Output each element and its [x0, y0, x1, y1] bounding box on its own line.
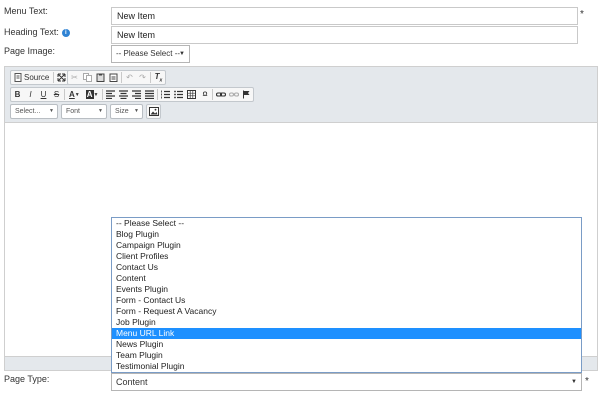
bg-color-icon: A — [85, 90, 94, 99]
dropdown-option[interactable]: Form - Contact Us — [112, 295, 581, 306]
bulleted-list-icon — [174, 90, 184, 99]
italic-icon: I — [29, 90, 32, 99]
anchor-button[interactable] — [240, 88, 253, 101]
anchor-icon — [243, 90, 250, 99]
font-combo-label: Font — [66, 108, 81, 115]
image-icon — [148, 107, 159, 116]
align-left-icon — [106, 90, 116, 99]
unlink-button[interactable] — [227, 88, 240, 101]
bg-color-button[interactable]: A ▼ — [83, 88, 102, 101]
dropdown-option[interactable]: -- Please Select -- — [112, 218, 581, 229]
page-image-select[interactable]: -- Please Select -- ▼ — [111, 45, 190, 63]
format-combo[interactable]: Select... ▼ — [10, 104, 58, 119]
font-combo[interactable]: Font ▼ — [61, 104, 107, 119]
unlink-icon — [228, 92, 239, 97]
text-color-button[interactable]: A ▼ — [66, 88, 83, 101]
paste-icon — [96, 73, 105, 82]
dropdown-option[interactable]: Contact Us — [112, 262, 581, 273]
dropdown-option[interactable]: News Plugin — [112, 339, 581, 350]
heading-text-label: Heading Text: i — [4, 27, 70, 37]
align-right-button[interactable] — [130, 88, 143, 101]
dropdown-option[interactable]: Menu URL Link — [112, 328, 581, 339]
redo-button[interactable]: ↷ — [136, 71, 149, 84]
dropdown-option[interactable]: Client Profiles — [112, 251, 581, 262]
align-center-icon — [119, 90, 129, 99]
heading-text-label-text: Heading Text: — [4, 27, 59, 37]
link-button[interactable] — [214, 88, 227, 101]
paste-text-icon — [109, 73, 118, 82]
undo-icon: ↶ — [126, 73, 133, 82]
strikethrough-button[interactable]: S — [50, 88, 63, 101]
dropdown-option[interactable]: Form - Request A Vacancy — [112, 306, 581, 317]
page-type-label: Page Type: — [4, 374, 50, 384]
format-combo-label: Select... — [15, 108, 41, 115]
chevron-down-icon: ▼ — [98, 108, 103, 114]
page-image-select-value: -- Please Select -- — [116, 49, 181, 58]
size-combo[interactable]: Size ▼ — [110, 104, 143, 119]
cut-button[interactable]: ✂ — [68, 71, 81, 84]
image-button[interactable] — [147, 105, 160, 118]
redo-icon: ↷ — [139, 73, 146, 82]
dropdown-option[interactable]: Events Plugin — [112, 284, 581, 295]
justify-button[interactable] — [143, 88, 156, 101]
toolbar-group-basicstyles: B I U S A ▼ A ▼ Ω — [10, 87, 255, 102]
strikethrough-icon: S — [53, 90, 60, 99]
dropdown-option[interactable]: Team Plugin — [112, 350, 581, 361]
source-button[interactable]: Source — [11, 71, 52, 84]
page-type-required-mark: * — [585, 376, 589, 387]
page-type-select-value: Content — [116, 377, 148, 387]
source-label: Source — [24, 73, 50, 82]
chevron-down-icon: ▼ — [571, 379, 577, 385]
menu-text-label: Menu Text: — [4, 6, 48, 16]
remove-format-button[interactable]: Tx — [152, 71, 165, 84]
paste-text-button[interactable] — [107, 71, 120, 84]
toolbar-group-clipboard: ✂ ↶ ↷ Tx — [67, 70, 166, 85]
source-icon — [14, 73, 22, 82]
numbered-list-icon — [161, 90, 171, 99]
dropdown-option[interactable]: Job Plugin — [112, 317, 581, 328]
numbered-list-button[interactable] — [159, 88, 172, 101]
required-mark: * — [580, 9, 584, 20]
undo-button[interactable]: ↶ — [123, 71, 136, 84]
dropdown-option[interactable]: Campaign Plugin — [112, 240, 581, 251]
menu-text-input[interactable]: New Item — [111, 7, 578, 25]
page-type-select[interactable]: Content ▼ — [111, 373, 582, 391]
underline-button[interactable]: U — [37, 88, 50, 101]
copy-button[interactable] — [81, 71, 94, 84]
bold-button[interactable]: B — [11, 88, 24, 101]
page-image-label: Page Image: — [4, 46, 56, 56]
size-combo-label: Size — [115, 108, 129, 115]
dropdown-option[interactable]: Content — [112, 273, 581, 284]
remove-format-icon: Tx — [154, 71, 163, 84]
cut-icon: ✂ — [71, 73, 78, 82]
special-char-button[interactable]: Ω — [198, 88, 211, 101]
editor-toolbar: Source ✂ ↶ ↷ Tx B I U S A ▼ A ▼ Ω Select… — [5, 67, 597, 123]
table-button[interactable] — [185, 88, 198, 101]
dropdown-option[interactable]: Testimonial Plugin — [112, 361, 581, 372]
info-icon[interactable]: i — [61, 29, 70, 37]
paste-button[interactable] — [94, 71, 107, 84]
page-type-dropdown-list[interactable]: -- Please Select -- Blog Plugin Campaign P… — [111, 217, 582, 373]
align-left-button[interactable] — [104, 88, 117, 101]
italic-button[interactable]: I — [24, 88, 37, 101]
chevron-down-icon: ▼ — [49, 108, 54, 114]
dropdown-option[interactable]: Blog Plugin — [112, 229, 581, 240]
toolbar-group-insert — [146, 104, 161, 119]
link-icon — [215, 92, 226, 97]
chevron-down-icon: ▼ — [179, 51, 185, 57]
chevron-down-icon: ▼ — [134, 108, 139, 114]
bulleted-list-button[interactable] — [172, 88, 185, 101]
toolbar-group-document: Source — [10, 70, 70, 85]
copy-icon — [83, 73, 92, 82]
maximize-icon — [57, 73, 66, 82]
underline-icon: U — [40, 90, 47, 99]
align-right-icon — [132, 90, 142, 99]
align-center-button[interactable] — [117, 88, 130, 101]
special-char-icon: Ω — [202, 91, 208, 98]
bold-icon: B — [14, 90, 21, 99]
heading-text-input[interactable]: New Item — [111, 26, 578, 44]
justify-icon — [145, 90, 155, 99]
table-icon — [187, 90, 197, 99]
